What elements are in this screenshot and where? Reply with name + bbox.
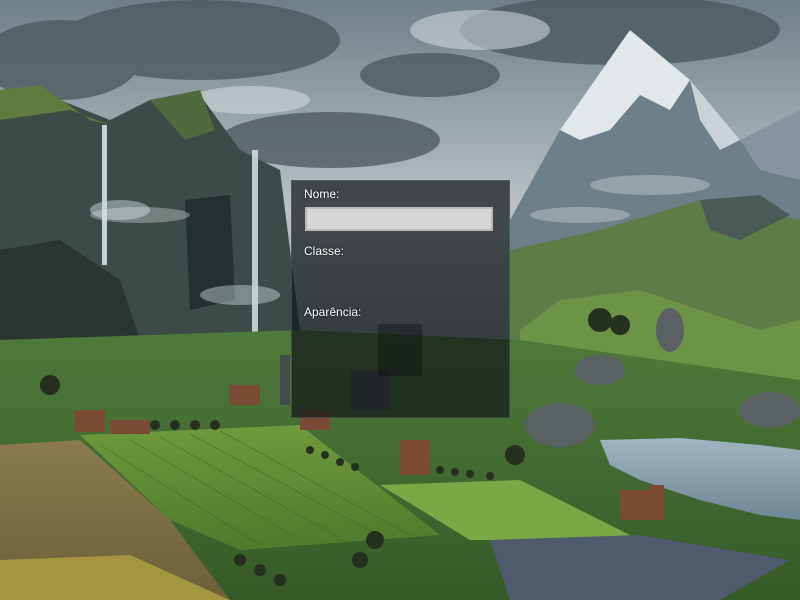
character-creation-panel: Nome: Classe: Aparência: (291, 180, 510, 418)
appearance-preview (378, 324, 422, 376)
appearance-label: Aparência: (304, 305, 362, 319)
name-label: Nome: (304, 187, 340, 201)
class-label: Classe: (304, 244, 345, 258)
name-input[interactable] (305, 207, 493, 231)
